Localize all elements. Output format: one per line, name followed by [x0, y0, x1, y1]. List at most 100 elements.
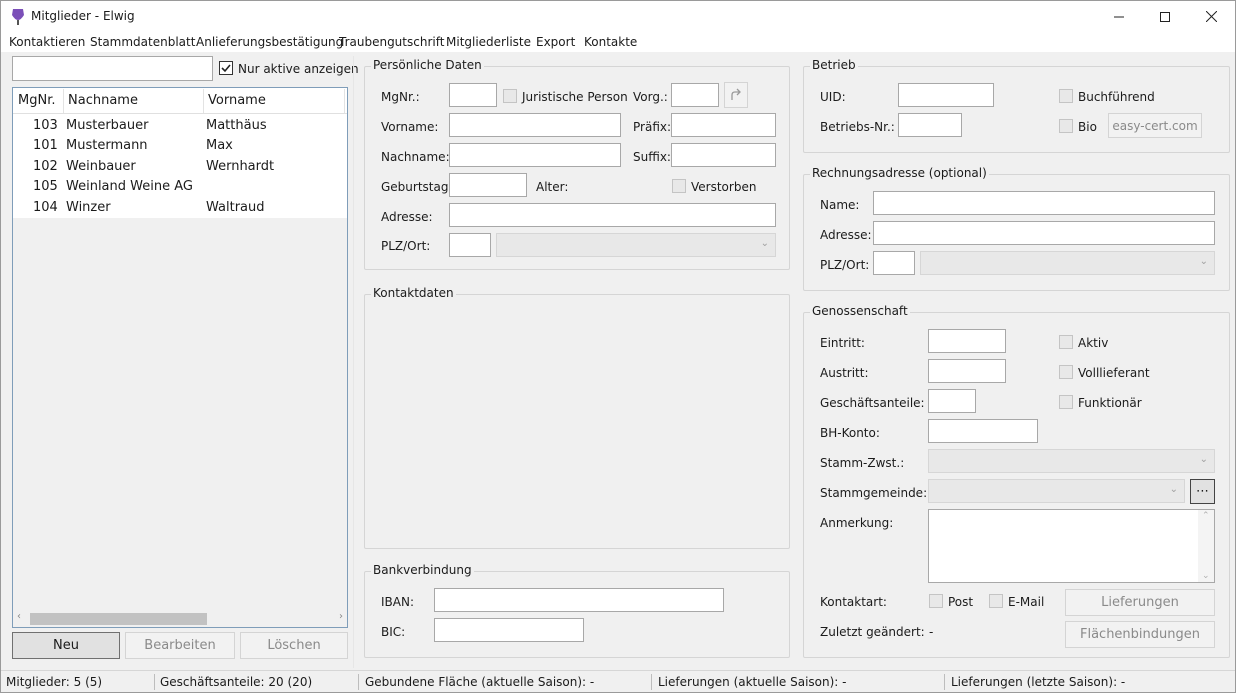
zwst-combobox[interactable]: ⌄ [928, 449, 1215, 473]
cell-mgnr: 105 [33, 179, 58, 194]
verstorben-checkbox[interactable] [672, 179, 686, 193]
easy-cert-button[interactable]: easy-cert.com [1108, 113, 1202, 138]
geburtstag-field[interactable] [449, 173, 527, 197]
menu-export[interactable]: Export [536, 35, 575, 49]
bic-label: BIC: [381, 625, 406, 639]
close-icon[interactable] [1188, 1, 1234, 32]
zwst-label: Stamm-Zwst.: [820, 456, 905, 470]
scrollbar-thumb[interactable] [30, 613, 207, 625]
menu-bar: Kontaktieren Stammdatenblatt Anlieferung… [1, 32, 1235, 52]
scroll-up-icon[interactable]: ⌃ [1202, 511, 1210, 521]
anteile-label: Geschäftsanteile: [820, 396, 925, 410]
group-title: Persönliche Daten [371, 58, 484, 72]
austritt-field[interactable] [928, 359, 1006, 383]
search-input[interactable] [12, 56, 213, 81]
vorname-field[interactable] [449, 113, 621, 137]
maximize-icon[interactable] [1142, 1, 1188, 32]
bio-checkbox[interactable] [1059, 119, 1073, 133]
lieferungen-button[interactable]: Lieferungen [1065, 589, 1215, 616]
cell-nachname: Winzer [66, 200, 111, 215]
adresse-field[interactable] [449, 203, 776, 227]
column-separator[interactable] [344, 89, 345, 113]
menu-mitgliederliste[interactable]: Mitgliederliste [446, 35, 531, 49]
new-button[interactable]: Neu [12, 632, 120, 659]
scroll-left-icon[interactable]: ‹ [17, 611, 21, 622]
table-row[interactable]: 104 Winzer Waltraud [13, 198, 347, 218]
verstorben-label: Verstorben [691, 180, 757, 194]
adresse-label: Adresse: [381, 210, 433, 224]
column-header-mgnr[interactable]: MgNr. [18, 93, 55, 108]
menu-anlieferungsbestaetigung[interactable]: Anlieferungsbestätigung [196, 35, 343, 49]
menu-traubengutschrift[interactable]: Traubengutschrift [339, 35, 444, 49]
suffix-field[interactable] [671, 143, 776, 167]
table-row[interactable]: 101 Mustermann Max [13, 136, 347, 156]
gemeinde-combobox[interactable]: ⌄ [928, 479, 1185, 503]
panel-divider[interactable] [353, 56, 354, 668]
chevron-down-icon: ⌄ [1169, 484, 1178, 495]
cell-nachname: Mustermann [66, 138, 148, 153]
post-checkbox[interactable] [929, 594, 943, 608]
horizontal-scrollbar[interactable]: ‹ › [13, 609, 347, 627]
vertical-scrollbar[interactable]: ⌃ ⌄ [1198, 510, 1214, 582]
column-separator[interactable] [63, 89, 64, 113]
email-checkbox[interactable] [989, 594, 1003, 608]
buchfuehrend-checkbox[interactable] [1059, 89, 1073, 103]
delete-button[interactable]: Löschen [240, 632, 348, 659]
mgnr-field[interactable] [449, 83, 497, 107]
column-separator[interactable] [203, 89, 204, 113]
active-filter-checkbox[interactable] [219, 61, 233, 75]
geburtstag-label: Geburtstag: [381, 180, 453, 194]
contact-data-group: Kontaktdaten [364, 286, 790, 549]
column-header-vorname[interactable]: Vorname [208, 93, 266, 108]
gemeinde-label: Stammgemeinde: [820, 486, 928, 500]
volllieferant-checkbox[interactable] [1059, 365, 1073, 379]
anteile-field[interactable] [928, 389, 976, 413]
ort-combobox[interactable]: ⌄ [496, 233, 776, 257]
scroll-right-icon[interactable]: › [339, 611, 343, 622]
anmerkung-textarea[interactable]: ⌃ ⌄ [928, 509, 1215, 583]
bhkonto-field[interactable] [928, 419, 1038, 443]
vorg-field[interactable] [671, 83, 719, 107]
list-rows: 103 Musterbauer Matthäus 101 Mustermann … [13, 114, 347, 218]
plz-field[interactable] [449, 233, 491, 257]
minimize-icon[interactable] [1096, 1, 1142, 32]
bio-label: Bio [1078, 120, 1097, 134]
betriebsnr-field[interactable] [898, 113, 962, 137]
menu-kontakte[interactable]: Kontakte [584, 35, 637, 49]
buchfuehrend-label: Buchführend [1078, 90, 1155, 104]
cell-mgnr: 103 [33, 118, 58, 133]
status-separator [358, 674, 359, 690]
group-title: Genossenschaft [810, 304, 910, 318]
window-title: Mitglieder - Elwig [31, 9, 135, 23]
edit-button[interactable]: Bearbeiten [125, 632, 235, 659]
iban-field[interactable] [434, 588, 724, 612]
billing-adresse-field[interactable] [873, 221, 1215, 245]
member-list[interactable]: MgNr. Nachname Vorname 103 Musterbauer M… [12, 87, 348, 628]
table-row[interactable]: 105 Weinland Weine AG [13, 177, 347, 197]
billing-ort-combobox[interactable]: ⌄ [920, 251, 1215, 275]
billing-name-field[interactable] [873, 191, 1215, 215]
column-header-nachname[interactable]: Nachname [68, 93, 138, 108]
cell-vorname: Max [206, 138, 233, 153]
flaechenbindungen-button[interactable]: Flächenbindungen [1065, 621, 1215, 648]
juristic-person-label: Juristische Person [522, 90, 628, 104]
billing-plz-field[interactable] [873, 251, 915, 275]
aktiv-checkbox[interactable] [1059, 335, 1073, 349]
cell-mgnr: 104 [33, 200, 58, 215]
praefix-field[interactable] [671, 113, 776, 137]
funktionaer-checkbox[interactable] [1059, 395, 1073, 409]
uid-field[interactable] [898, 83, 994, 107]
bic-field[interactable] [434, 618, 584, 642]
table-row[interactable]: 102 Weinbauer Wernhardt [13, 157, 347, 177]
table-row[interactable]: 103 Musterbauer Matthäus [13, 116, 347, 136]
menu-stammdatenblatt[interactable]: Stammdatenblatt [90, 35, 195, 49]
menu-kontaktieren[interactable]: Kontaktieren [9, 35, 85, 49]
eintritt-field[interactable] [928, 329, 1006, 353]
redo-icon[interactable] [724, 82, 748, 108]
juristic-person-checkbox[interactable] [503, 89, 517, 103]
scroll-down-icon[interactable]: ⌄ [1202, 571, 1210, 581]
eintritt-label: Eintritt: [820, 336, 865, 350]
more-options-button[interactable]: ⋯ [1190, 479, 1215, 504]
nachname-field[interactable] [449, 143, 621, 167]
status-shares: Geschäftsanteile: 20 (20) [160, 675, 313, 689]
